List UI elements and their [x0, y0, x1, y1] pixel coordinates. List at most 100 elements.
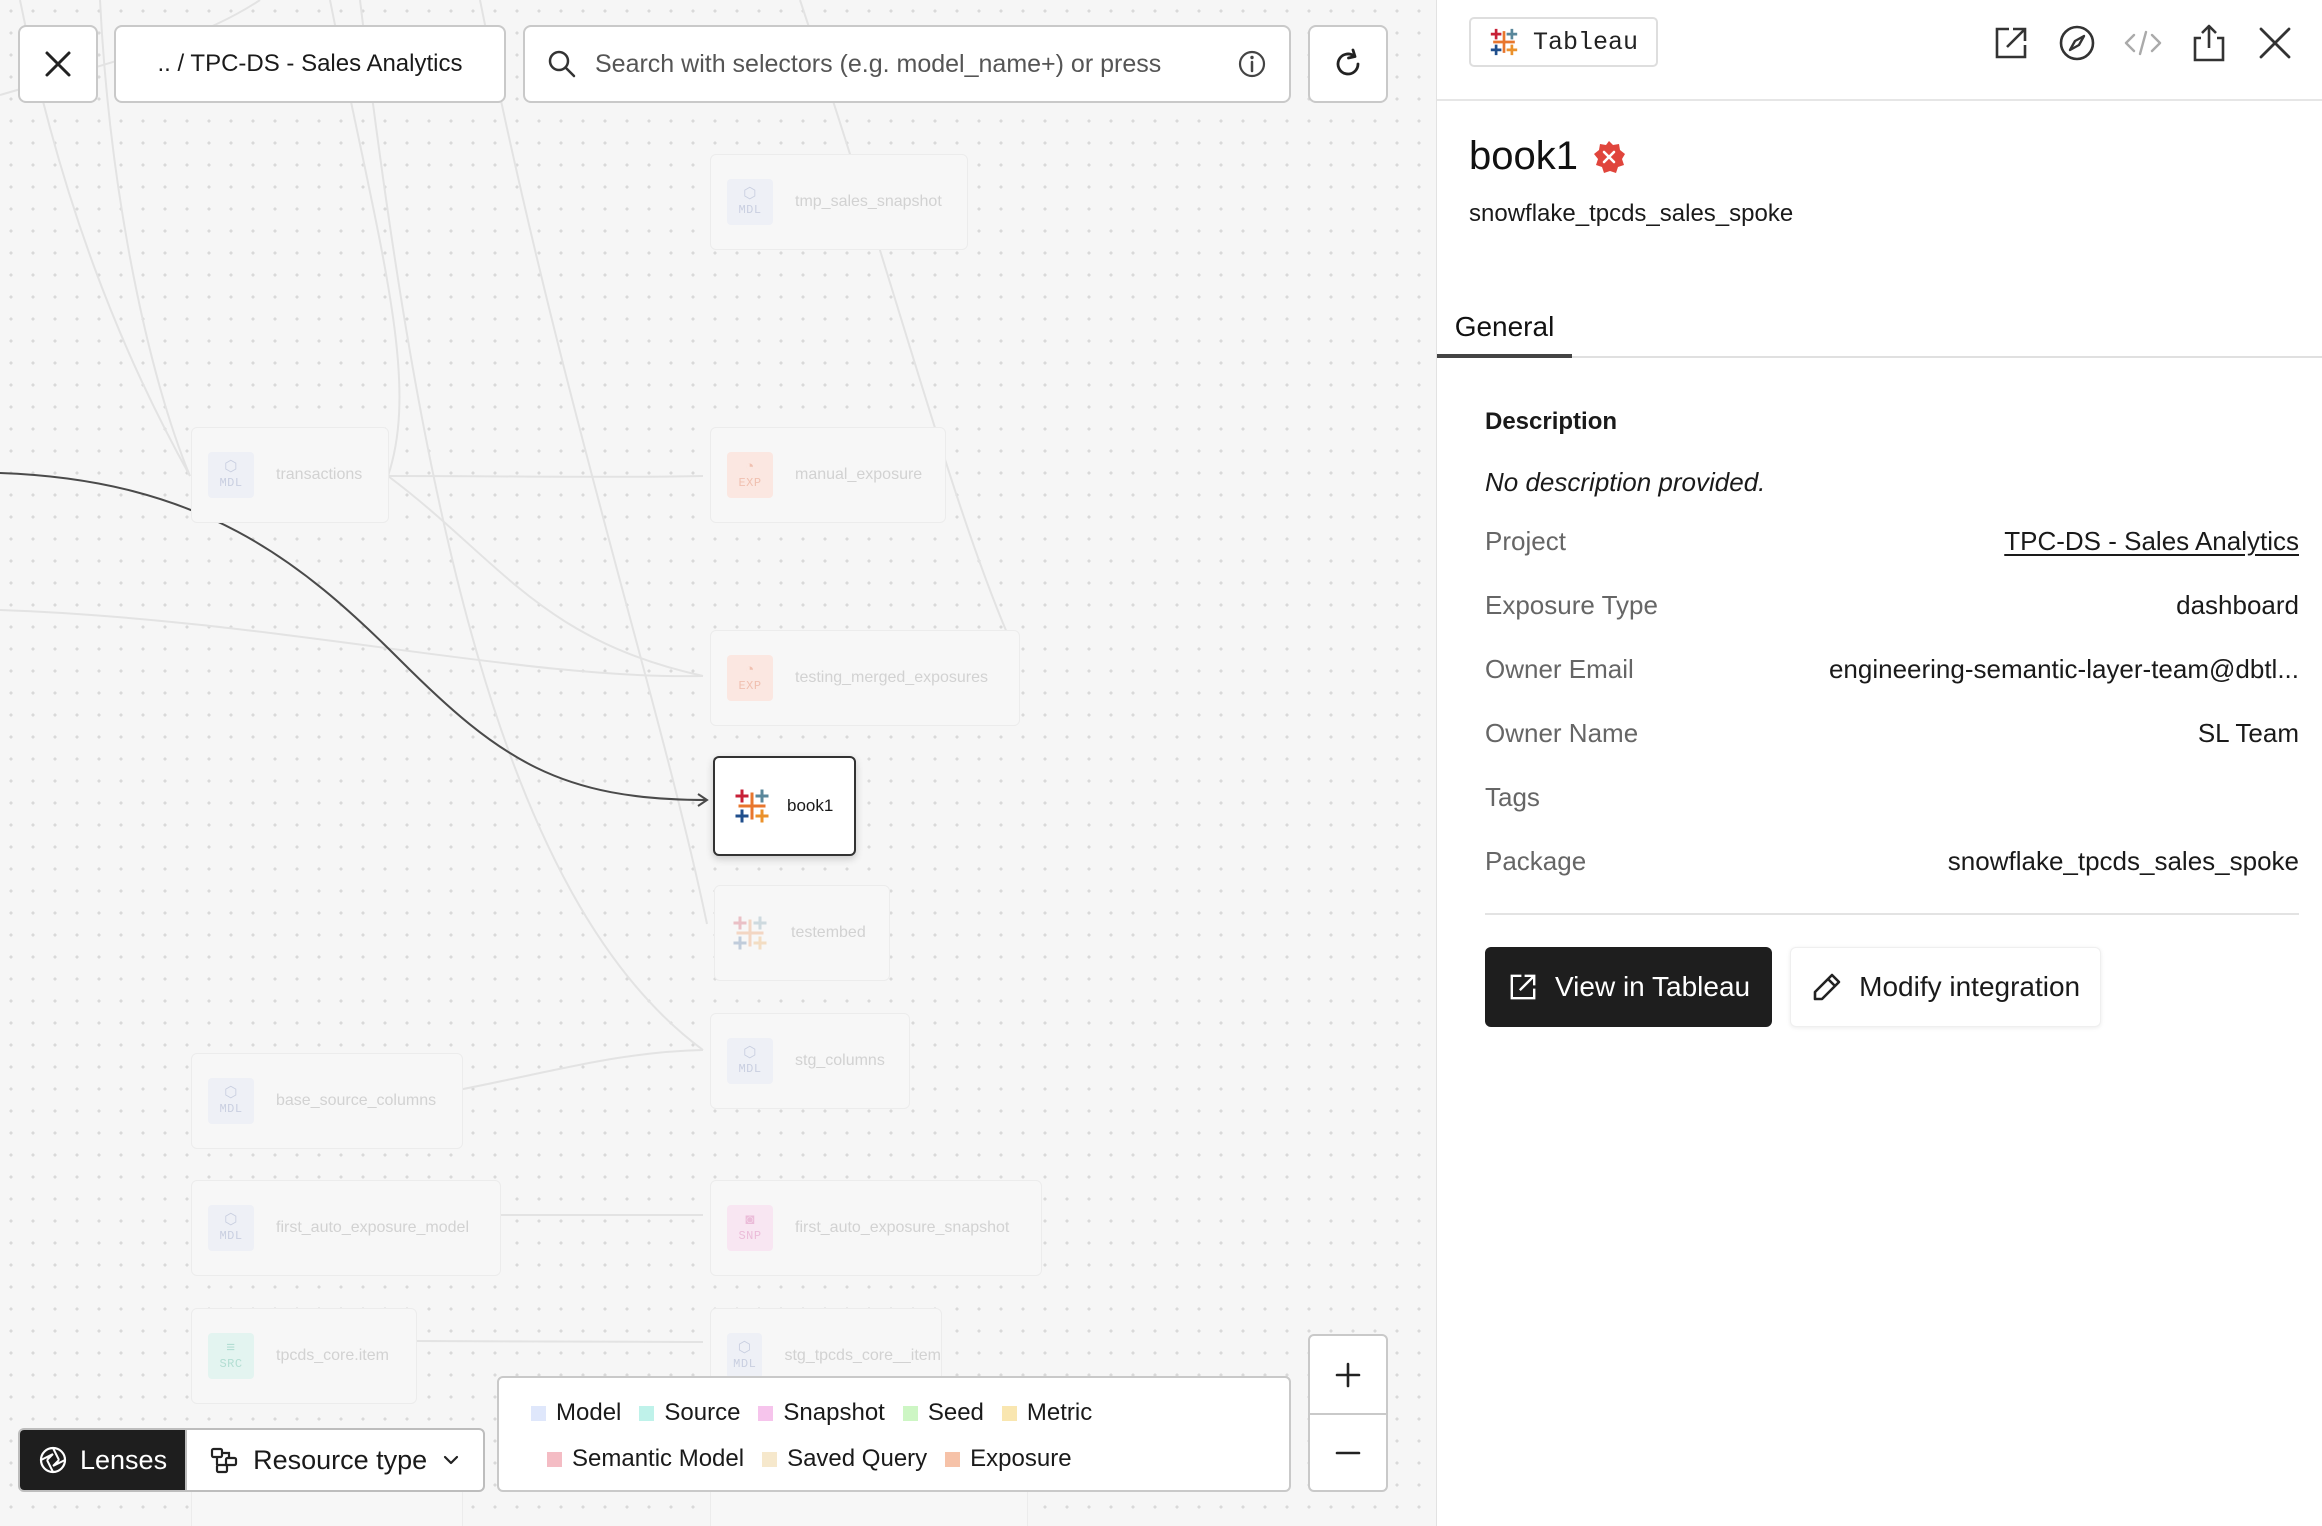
- integration-chip: Tableau: [1469, 17, 1659, 67]
- legend-swatch: [547, 1451, 562, 1467]
- project-breadcrumb[interactable]: .. / TPC-DS - Sales Analytics: [114, 25, 506, 103]
- property-value: SL Team: [2197, 717, 2299, 748]
- view-in-tableau-button[interactable]: View in Tableau: [1485, 947, 1773, 1027]
- panel-header-actions: [1990, 20, 2296, 66]
- breadcrumb-text: .. / TPC-DS - Sales Analytics: [157, 50, 463, 77]
- node-label: transactions: [276, 466, 363, 483]
- node-first-auto-exposure-snapshot[interactable]: ◙ SNP first_auto_exposure_snapshot: [710, 1180, 1042, 1276]
- section-divider: [1485, 913, 2299, 915]
- legend-swatch: [639, 1405, 655, 1421]
- exposure-badge-icon: ◔ EXP: [727, 655, 773, 701]
- zoom-in-button[interactable]: [1310, 1336, 1386, 1413]
- node-tmp-sales-snapshot[interactable]: ⬡ MDL tmp_sales_snapshot: [710, 154, 968, 250]
- node-testing-merged-exposures[interactable]: ◔ EXP testing_merged_exposures: [710, 630, 1020, 726]
- legend-swatch: [531, 1405, 546, 1421]
- node-label: testing_merged_exposures: [795, 669, 989, 686]
- node-testembed[interactable]: testembed: [714, 885, 890, 981]
- resource-type-icon: [210, 1447, 238, 1474]
- resource-legend: Model Source Snapshot Seed Metric Semant…: [497, 1376, 1291, 1492]
- model-badge-icon: ⬡ MDL: [727, 179, 773, 225]
- error-status-icon: [1593, 140, 1625, 173]
- lenses-label: Lenses: [80, 1444, 168, 1475]
- node-base-source-columns[interactable]: ⬡ MDL base_source_columns: [191, 1053, 463, 1149]
- code-icon: [2124, 30, 2162, 56]
- panel-actions: View in Tableau Modify integration: [1485, 947, 2299, 1027]
- tab-general[interactable]: General: [1437, 300, 1572, 358]
- open-external-button[interactable]: [1990, 20, 2032, 66]
- chevron-down-icon: [444, 1455, 459, 1465]
- legend-item-semantic-model: Semantic Model: [547, 1445, 744, 1473]
- resource-title: book1: [1469, 134, 1626, 179]
- resource-type-dropdown[interactable]: Resource type: [185, 1430, 483, 1490]
- model-badge-icon: ⬡ MDL: [208, 452, 254, 498]
- close-panel-button[interactable]: [2254, 20, 2296, 66]
- node-manual-exposure[interactable]: ◔ EXP manual_exposure: [710, 427, 946, 523]
- tableau-logo-icon: [1490, 28, 1518, 56]
- legend-swatch: [902, 1405, 918, 1421]
- explore-button[interactable]: [2056, 20, 2098, 66]
- node-book1[interactable]: book1: [713, 756, 856, 856]
- legend-item-exposure: Exposure: [945, 1445, 1072, 1473]
- close-lineage-button[interactable]: [18, 25, 98, 103]
- integration-chip-label: Tableau: [1533, 27, 1639, 57]
- property-key: Package: [1485, 845, 1587, 876]
- exposure-badge-icon: ◔ EXP: [727, 452, 773, 498]
- search-input[interactable]: [595, 49, 1219, 79]
- panel-tabs: General: [1437, 300, 2322, 358]
- node-stg-columns[interactable]: ⬡ MDL stg_columns: [710, 1013, 910, 1109]
- lenses-button[interactable]: Lenses: [20, 1430, 186, 1490]
- legend-item-model: Model: [531, 1399, 621, 1427]
- legend-swatch: [945, 1451, 961, 1467]
- model-badge-icon: ⬡ MDL: [208, 1205, 254, 1251]
- node-label: book1: [787, 796, 834, 815]
- node-label: tpcds_core.item: [276, 1347, 389, 1364]
- property-value: engineering-semantic-layer-team@dbtl...: [1828, 653, 2299, 684]
- search-box[interactable]: [523, 25, 1291, 103]
- share-icon: [2193, 24, 2225, 62]
- property-value: dashboard: [2176, 589, 2299, 620]
- source-badge-icon: ≡ SRC: [208, 1333, 254, 1379]
- node-label: manual_exposure: [795, 466, 923, 483]
- info-icon[interactable]: [1237, 49, 1267, 79]
- share-button[interactable]: [2188, 20, 2230, 66]
- node-first-auto-exposure-model[interactable]: ⬡ MDL first_auto_exposure_model: [191, 1180, 501, 1276]
- legend-swatch: [758, 1405, 774, 1421]
- property-key: Project: [1485, 525, 1566, 556]
- compass-icon: [2059, 25, 2095, 61]
- project-link[interactable]: TPC-DS - Sales Analytics: [2004, 526, 2299, 557]
- node-label: stg_tpcds_core__item: [784, 1347, 941, 1364]
- model-badge-icon: ⬡ MDL: [208, 1078, 254, 1124]
- package-subtitle: snowflake_tpcds_sales_spoke: [1469, 200, 1794, 227]
- view-code-button[interactable]: [2122, 20, 2164, 66]
- property-row-owner-name: Owner Name SL Team: [1485, 701, 2299, 765]
- node-label: testembed: [791, 924, 866, 941]
- property-row-owner-email: Owner Email engineering-semantic-layer-t…: [1485, 637, 2299, 701]
- close-icon: [45, 51, 71, 77]
- panel-header: Tableau: [1437, 0, 2322, 101]
- zoom-out-button[interactable]: [1310, 1413, 1386, 1490]
- modify-integration-button[interactable]: Modify integration: [1790, 947, 2102, 1027]
- description-text: No description provided.: [1485, 466, 1766, 497]
- property-key: Tags: [1485, 781, 1540, 812]
- external-link-icon: [1510, 974, 1536, 1000]
- modify-integration-label: Modify integration: [1859, 971, 2081, 1002]
- legend-item-metric: Metric: [1001, 1399, 1092, 1427]
- node-label: first_auto_exposure_snapshot: [795, 1219, 1010, 1236]
- tableau-logo-icon: [733, 916, 767, 950]
- property-list: Project TPC-DS - Sales Analytics Exposur…: [1485, 509, 2299, 893]
- property-key: Owner Email: [1485, 653, 1634, 684]
- refresh-icon: [1336, 48, 1360, 76]
- refresh-button[interactable]: [1308, 25, 1388, 103]
- node-tpcds-core-item[interactable]: ≡ SRC tpcds_core.item: [191, 1308, 417, 1404]
- general-details: Description No description provided. Pro…: [1485, 400, 2299, 1027]
- description-label: Description: [1485, 408, 1618, 435]
- node-label: first_auto_exposure_model: [276, 1219, 470, 1236]
- legend-row: Model Source Snapshot Seed Metric: [531, 1390, 1257, 1436]
- node-label: base_source_columns: [276, 1092, 437, 1109]
- node-transactions[interactable]: ⬡ MDL transactions: [191, 427, 389, 523]
- close-icon: [2259, 27, 2291, 59]
- property-row-package: Package snowflake_tpcds_sales_spoke: [1485, 829, 2299, 893]
- property-value: snowflake_tpcds_sales_spoke: [1947, 845, 2299, 876]
- lineage-canvas[interactable]: ⬡ MDL tmp_sales_snapshot ⬡ MDL transaction…: [0, 0, 1436, 1526]
- legend-item-seed: Seed: [902, 1399, 984, 1427]
